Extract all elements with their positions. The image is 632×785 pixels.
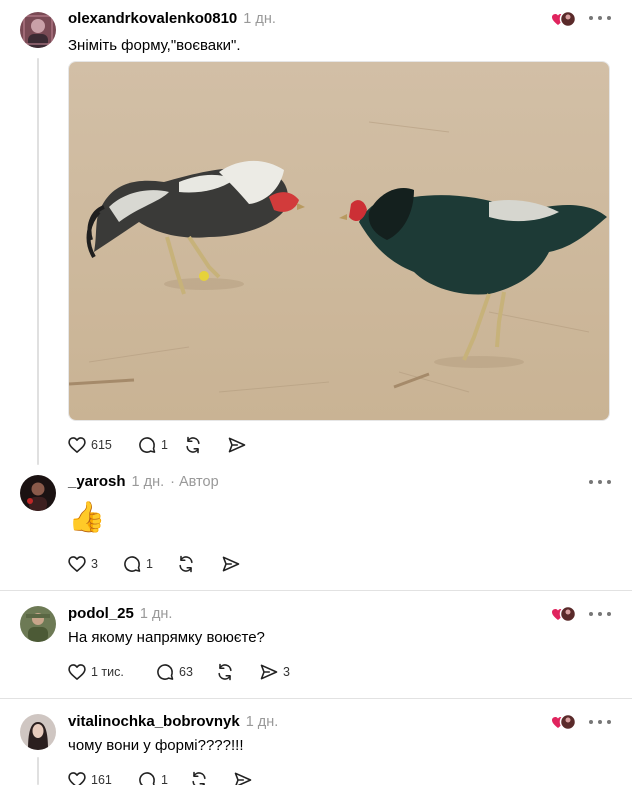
timestamp: 1 дн. <box>243 11 276 27</box>
timestamp: 1 дн. <box>131 474 165 490</box>
reply-count: 1 <box>161 438 168 452</box>
post-vitalinochka_bobrovnyk: vitalinochka_bobrovnyk 1 дн. чому вони у … <box>0 699 632 785</box>
like-button[interactable]: 3 <box>67 553 122 575</box>
repost-button[interactable] <box>183 434 227 456</box>
comment-icon <box>139 772 155 785</box>
username[interactable]: olexandrkovalenko0810 1 дн. <box>68 10 276 27</box>
more-icon[interactable] <box>589 714 611 730</box>
post-podol_25: podol_25 1 дн. На якому напрямку воюєте? … <box>0 591 632 698</box>
more-icon[interactable] <box>589 474 611 490</box>
like-count: 615 <box>91 438 112 452</box>
reply-button[interactable]: 63 <box>155 661 215 683</box>
like-button[interactable]: 161 <box>67 769 137 785</box>
share-button[interactable] <box>227 434 257 456</box>
more-icon[interactable] <box>589 10 611 26</box>
repost-icon <box>179 555 193 573</box>
avatar[interactable] <box>20 475 56 511</box>
author-tag: · Автор <box>170 474 219 490</box>
post-olexandrkovalenko0810: olexandrkovalenko0810 1 дн. Зніміть форму… <box>0 0 632 470</box>
reply-count: 1 <box>146 557 153 571</box>
timestamp: 1 дн. <box>139 606 173 622</box>
comment-icon <box>124 556 141 572</box>
post-text: Зніміть форму,"воєваки". <box>68 37 241 54</box>
reply-button[interactable]: 1 <box>137 434 183 456</box>
repost-icon <box>192 771 206 785</box>
share-icon <box>222 556 240 572</box>
repost-icon <box>218 663 232 681</box>
username[interactable]: _yarosh 1 дн. · Автор <box>68 473 219 490</box>
heart-icon <box>68 437 86 453</box>
avatar[interactable] <box>20 12 56 48</box>
post-actions: 615 1 <box>67 434 257 456</box>
like-count: 3 <box>91 557 98 571</box>
liked-by-author-icon <box>551 10 577 28</box>
post-actions: 3 1 <box>67 553 251 575</box>
like-count: 1 тис. <box>91 665 124 679</box>
username[interactable]: vitalinochka_bobrovnyk 1 дн. <box>68 713 278 730</box>
post-_yarosh: _yarosh 1 дн. · Автор 👍 3 1 <box>0 470 632 590</box>
post-image[interactable] <box>68 61 610 421</box>
like-button[interactable]: 615 <box>67 434 137 456</box>
share-button[interactable] <box>233 769 263 785</box>
post-actions: 161 1 <box>67 769 263 785</box>
comment-icon <box>157 664 174 680</box>
heart-icon <box>68 664 86 680</box>
repost-button[interactable] <box>189 769 233 785</box>
share-icon <box>260 664 278 680</box>
avatar[interactable] <box>20 714 56 750</box>
comment-icon <box>139 437 156 453</box>
thread-line <box>37 58 39 465</box>
post-text: чому вони у формі????!!! <box>68 737 244 754</box>
repost-button[interactable] <box>215 661 259 683</box>
repost-icon <box>186 436 200 454</box>
like-count: 161 <box>91 773 112 785</box>
share-count: 3 <box>283 665 290 679</box>
timestamp: 1 дн. <box>245 714 279 730</box>
username[interactable]: podol_25 1 дн. <box>68 605 172 622</box>
reply-button[interactable]: 1 <box>122 553 176 575</box>
more-icon[interactable] <box>589 606 611 622</box>
post-emoji: 👍 <box>68 501 106 534</box>
avatar[interactable] <box>20 606 56 642</box>
share-icon <box>234 772 252 785</box>
post-text: На якому напрямку воюєте? <box>68 629 265 646</box>
share-button[interactable] <box>221 553 251 575</box>
heart-icon <box>68 772 86 785</box>
share-icon <box>228 437 246 453</box>
like-button[interactable]: 1 тис. <box>67 661 155 683</box>
post-actions: 1 тис. 63 3 <box>67 661 299 683</box>
reply-count: 63 <box>179 665 193 679</box>
reply-button[interactable]: 1 <box>137 769 189 785</box>
liked-by-author-icon <box>551 713 577 731</box>
repost-button[interactable] <box>176 553 221 575</box>
heart-icon <box>68 556 86 572</box>
reply-count: 1 <box>161 773 168 785</box>
thread-line <box>37 757 39 785</box>
liked-by-author-icon <box>551 605 577 623</box>
share-button[interactable]: 3 <box>259 661 299 683</box>
